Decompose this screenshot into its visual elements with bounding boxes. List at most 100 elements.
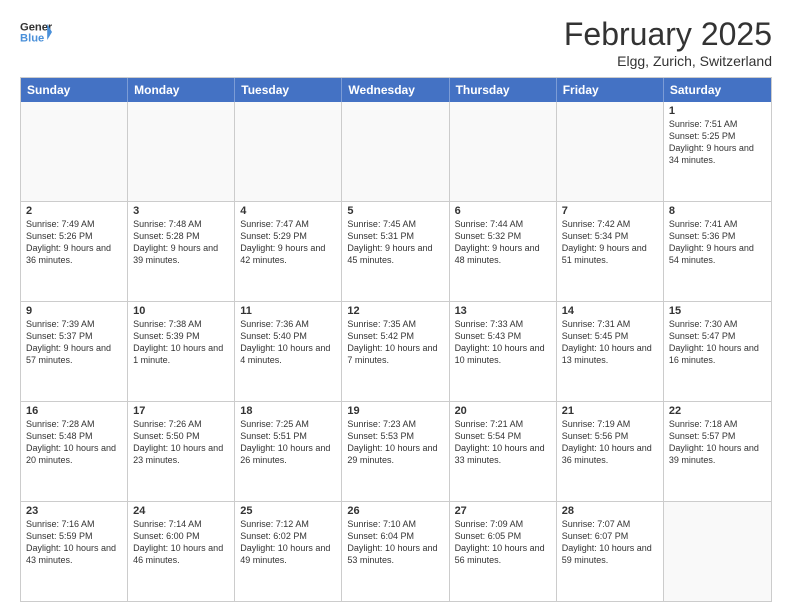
calendar-cell: 9Sunrise: 7:39 AM Sunset: 5:37 PM Daylig… — [21, 302, 128, 401]
cell-info: Sunrise: 7:12 AM Sunset: 6:02 PM Dayligh… — [240, 518, 336, 567]
calendar-row: 1Sunrise: 7:51 AM Sunset: 5:25 PM Daylig… — [21, 102, 771, 202]
header: General Blue February 2025 Elgg, Zurich,… — [20, 16, 772, 69]
calendar-cell: 18Sunrise: 7:25 AM Sunset: 5:51 PM Dayli… — [235, 402, 342, 501]
calendar-row: 2Sunrise: 7:49 AM Sunset: 5:26 PM Daylig… — [21, 202, 771, 302]
weekday-header: Friday — [557, 78, 664, 102]
day-number: 7 — [562, 205, 658, 217]
cell-info: Sunrise: 7:10 AM Sunset: 6:04 PM Dayligh… — [347, 518, 443, 567]
calendar-cell: 23Sunrise: 7:16 AM Sunset: 5:59 PM Dayli… — [21, 502, 128, 601]
day-number: 18 — [240, 405, 336, 417]
cell-info: Sunrise: 7:23 AM Sunset: 5:53 PM Dayligh… — [347, 418, 443, 467]
calendar-cell: 12Sunrise: 7:35 AM Sunset: 5:42 PM Dayli… — [342, 302, 449, 401]
logo: General Blue — [20, 16, 52, 48]
weekday-header: Wednesday — [342, 78, 449, 102]
calendar-cell: 3Sunrise: 7:48 AM Sunset: 5:28 PM Daylig… — [128, 202, 235, 301]
day-number: 21 — [562, 405, 658, 417]
day-number: 12 — [347, 305, 443, 317]
calendar-cell: 5Sunrise: 7:45 AM Sunset: 5:31 PM Daylig… — [342, 202, 449, 301]
weekday-header: Monday — [128, 78, 235, 102]
weekday-header: Tuesday — [235, 78, 342, 102]
day-number: 17 — [133, 405, 229, 417]
day-number: 20 — [455, 405, 551, 417]
day-number: 26 — [347, 505, 443, 517]
cell-info: Sunrise: 7:41 AM Sunset: 5:36 PM Dayligh… — [669, 218, 766, 267]
svg-text:Blue: Blue — [20, 33, 44, 45]
calendar-cell: 16Sunrise: 7:28 AM Sunset: 5:48 PM Dayli… — [21, 402, 128, 501]
calendar-cell: 2Sunrise: 7:49 AM Sunset: 5:26 PM Daylig… — [21, 202, 128, 301]
calendar-cell: 20Sunrise: 7:21 AM Sunset: 5:54 PM Dayli… — [450, 402, 557, 501]
cell-info: Sunrise: 7:36 AM Sunset: 5:40 PM Dayligh… — [240, 318, 336, 367]
day-number: 13 — [455, 305, 551, 317]
calendar-cell: 10Sunrise: 7:38 AM Sunset: 5:39 PM Dayli… — [128, 302, 235, 401]
day-number: 15 — [669, 305, 766, 317]
calendar-cell: 21Sunrise: 7:19 AM Sunset: 5:56 PM Dayli… — [557, 402, 664, 501]
calendar-cell: 14Sunrise: 7:31 AM Sunset: 5:45 PM Dayli… — [557, 302, 664, 401]
calendar-cell: 1Sunrise: 7:51 AM Sunset: 5:25 PM Daylig… — [664, 102, 771, 201]
calendar-body: 1Sunrise: 7:51 AM Sunset: 5:25 PM Daylig… — [21, 102, 771, 601]
month-title: February 2025 — [564, 16, 772, 53]
calendar-cell: 7Sunrise: 7:42 AM Sunset: 5:34 PM Daylig… — [557, 202, 664, 301]
day-number: 22 — [669, 405, 766, 417]
calendar-cell — [128, 102, 235, 201]
cell-info: Sunrise: 7:30 AM Sunset: 5:47 PM Dayligh… — [669, 318, 766, 367]
day-number: 10 — [133, 305, 229, 317]
cell-info: Sunrise: 7:14 AM Sunset: 6:00 PM Dayligh… — [133, 518, 229, 567]
day-number: 9 — [26, 305, 122, 317]
cell-info: Sunrise: 7:39 AM Sunset: 5:37 PM Dayligh… — [26, 318, 122, 367]
calendar-cell — [21, 102, 128, 201]
cell-info: Sunrise: 7:16 AM Sunset: 5:59 PM Dayligh… — [26, 518, 122, 567]
cell-info: Sunrise: 7:28 AM Sunset: 5:48 PM Dayligh… — [26, 418, 122, 467]
day-number: 6 — [455, 205, 551, 217]
cell-info: Sunrise: 7:31 AM Sunset: 5:45 PM Dayligh… — [562, 318, 658, 367]
calendar-cell: 19Sunrise: 7:23 AM Sunset: 5:53 PM Dayli… — [342, 402, 449, 501]
cell-info: Sunrise: 7:21 AM Sunset: 5:54 PM Dayligh… — [455, 418, 551, 467]
page: General Blue February 2025 Elgg, Zurich,… — [0, 0, 792, 612]
calendar-row: 16Sunrise: 7:28 AM Sunset: 5:48 PM Dayli… — [21, 402, 771, 502]
day-number: 2 — [26, 205, 122, 217]
cell-info: Sunrise: 7:42 AM Sunset: 5:34 PM Dayligh… — [562, 218, 658, 267]
day-number: 25 — [240, 505, 336, 517]
calendar-cell: 24Sunrise: 7:14 AM Sunset: 6:00 PM Dayli… — [128, 502, 235, 601]
calendar-cell: 25Sunrise: 7:12 AM Sunset: 6:02 PM Dayli… — [235, 502, 342, 601]
cell-info: Sunrise: 7:18 AM Sunset: 5:57 PM Dayligh… — [669, 418, 766, 467]
weekday-header: Thursday — [450, 78, 557, 102]
day-number: 1 — [669, 105, 766, 117]
calendar-row: 23Sunrise: 7:16 AM Sunset: 5:59 PM Dayli… — [21, 502, 771, 601]
calendar-cell: 11Sunrise: 7:36 AM Sunset: 5:40 PM Dayli… — [235, 302, 342, 401]
day-number: 8 — [669, 205, 766, 217]
day-number: 5 — [347, 205, 443, 217]
calendar-cell: 26Sunrise: 7:10 AM Sunset: 6:04 PM Dayli… — [342, 502, 449, 601]
calendar: SundayMondayTuesdayWednesdayThursdayFrid… — [20, 77, 772, 602]
day-number: 14 — [562, 305, 658, 317]
calendar-cell — [235, 102, 342, 201]
cell-info: Sunrise: 7:26 AM Sunset: 5:50 PM Dayligh… — [133, 418, 229, 467]
cell-info: Sunrise: 7:25 AM Sunset: 5:51 PM Dayligh… — [240, 418, 336, 467]
cell-info: Sunrise: 7:07 AM Sunset: 6:07 PM Dayligh… — [562, 518, 658, 567]
calendar-cell: 15Sunrise: 7:30 AM Sunset: 5:47 PM Dayli… — [664, 302, 771, 401]
cell-info: Sunrise: 7:38 AM Sunset: 5:39 PM Dayligh… — [133, 318, 229, 367]
calendar-cell: 22Sunrise: 7:18 AM Sunset: 5:57 PM Dayli… — [664, 402, 771, 501]
calendar-cell: 13Sunrise: 7:33 AM Sunset: 5:43 PM Dayli… — [450, 302, 557, 401]
day-number: 28 — [562, 505, 658, 517]
day-number: 11 — [240, 305, 336, 317]
day-number: 24 — [133, 505, 229, 517]
weekday-header: Sunday — [21, 78, 128, 102]
day-number: 3 — [133, 205, 229, 217]
cell-info: Sunrise: 7:47 AM Sunset: 5:29 PM Dayligh… — [240, 218, 336, 267]
calendar-cell: 17Sunrise: 7:26 AM Sunset: 5:50 PM Dayli… — [128, 402, 235, 501]
day-number: 4 — [240, 205, 336, 217]
weekday-header: Saturday — [664, 78, 771, 102]
title-block: February 2025 Elgg, Zurich, Switzerland — [564, 16, 772, 69]
cell-info: Sunrise: 7:35 AM Sunset: 5:42 PM Dayligh… — [347, 318, 443, 367]
cell-info: Sunrise: 7:49 AM Sunset: 5:26 PM Dayligh… — [26, 218, 122, 267]
location: Elgg, Zurich, Switzerland — [564, 53, 772, 69]
cell-info: Sunrise: 7:44 AM Sunset: 5:32 PM Dayligh… — [455, 218, 551, 267]
cell-info: Sunrise: 7:33 AM Sunset: 5:43 PM Dayligh… — [455, 318, 551, 367]
cell-info: Sunrise: 7:09 AM Sunset: 6:05 PM Dayligh… — [455, 518, 551, 567]
day-number: 16 — [26, 405, 122, 417]
calendar-header: SundayMondayTuesdayWednesdayThursdayFrid… — [21, 78, 771, 102]
calendar-cell: 28Sunrise: 7:07 AM Sunset: 6:07 PM Dayli… — [557, 502, 664, 601]
cell-info: Sunrise: 7:51 AM Sunset: 5:25 PM Dayligh… — [669, 118, 766, 167]
calendar-cell — [342, 102, 449, 201]
day-number: 23 — [26, 505, 122, 517]
